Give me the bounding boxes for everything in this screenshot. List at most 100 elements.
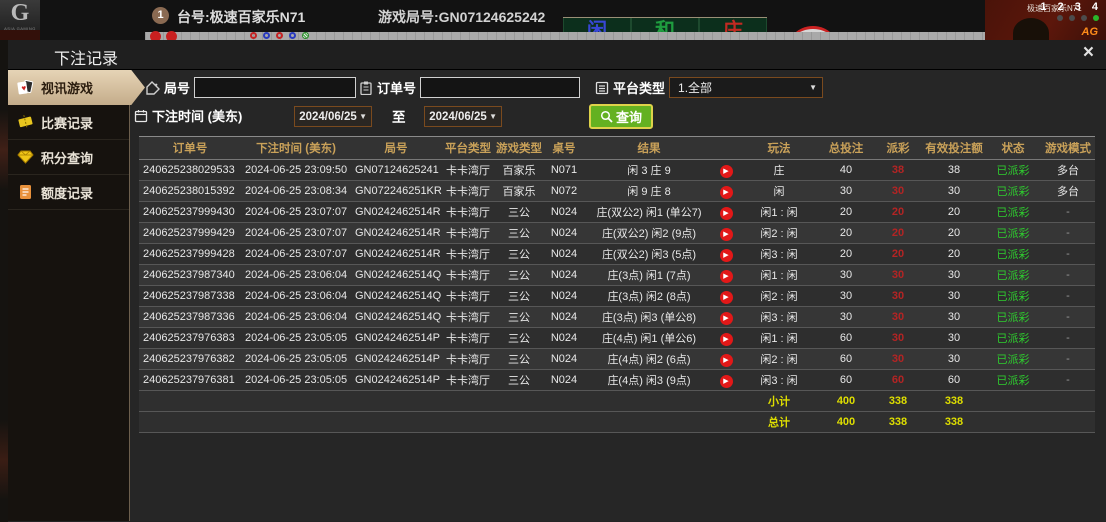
order-filter: 订单号 (359, 77, 580, 98)
search-button-label: 查询 (616, 107, 642, 126)
play-button[interactable]: ▶ (720, 228, 733, 241)
cell-table_no: N024 (543, 202, 585, 223)
cell-replay: ▶ (713, 349, 739, 370)
cell-game_type: 三公 (495, 265, 543, 286)
table-row: 2406252379763812024-06-25 23:05:05GN0242… (139, 370, 1095, 391)
total-row-payout: 338 (873, 412, 923, 433)
column-header: 游戏类型 (495, 137, 543, 160)
cell-time: 2024-06-25 23:05:05 (241, 370, 351, 391)
column-header: 总投注 (819, 137, 873, 160)
sidebar-item-label: 额度记录 (41, 183, 93, 202)
play-button[interactable]: ▶ (720, 333, 733, 346)
ag-logo: AG (1082, 26, 1099, 38)
cell-replay: ▶ (713, 202, 739, 223)
play-button[interactable]: ▶ (720, 354, 733, 367)
column-header: 状态 (985, 137, 1041, 160)
cell-valid_bet: 20 (923, 202, 985, 223)
play-button[interactable]: ▶ (720, 270, 733, 283)
search-button[interactable]: 查询 (589, 104, 653, 129)
order-number-label: 订单号 (377, 78, 416, 97)
cell-total_bet: 60 (819, 370, 873, 391)
sidebar-item-credit-records[interactable]: 额度记录 (8, 175, 129, 210)
table-row: 2406252379873362024-06-25 23:06:04GN0242… (139, 307, 1095, 328)
table-row: 2406252379994282024-06-25 23:07:07GN0242… (139, 244, 1095, 265)
cell-platform: 卡卡湾厅 (441, 202, 495, 223)
cell-game_type: 三公 (495, 223, 543, 244)
total-row-valid_bet: 338 (923, 412, 985, 433)
cell-result: 庄(4点) 闲2 (6点) (585, 349, 713, 370)
play-button[interactable]: ▶ (720, 249, 733, 262)
bet-time-filter: 下注时间 (美东) (134, 106, 242, 125)
asia-gaming-logo: G ASIA GAMING (0, 0, 40, 30)
chevron-down-icon: ▼ (489, 112, 497, 121)
close-icon[interactable]: × (1083, 42, 1094, 64)
play-button[interactable]: ▶ (720, 207, 733, 220)
dialog-header: 下注记录 × (8, 40, 1106, 70)
cell-mode: - (1041, 223, 1095, 244)
column-header (713, 137, 739, 160)
screen: G ASIA GAMING 1 台号:极速百家乐N71 游戏局号:GN07124… (0, 0, 1106, 522)
gem-icon (17, 149, 34, 165)
bead-icon (263, 32, 270, 39)
cell-time: 2024-06-25 23:05:05 (241, 349, 351, 370)
cell-total_bet: 30 (819, 265, 873, 286)
cell-table_no: N024 (543, 265, 585, 286)
date-from-select[interactable]: 2024/06/25 ▼ (294, 106, 372, 127)
search-icon (600, 110, 613, 123)
cell-play_type: 闲2 : 闲 (739, 223, 819, 244)
cell-total_bet: 30 (819, 286, 873, 307)
round-number-input[interactable] (194, 77, 356, 98)
subtotal-row-payout: 338 (873, 391, 923, 412)
cell-payout: 60 (873, 370, 923, 391)
play-button[interactable]: ▶ (720, 291, 733, 304)
cell-result: 庄(双公2) 闲2 (9点) (585, 223, 713, 244)
bead-icon (302, 32, 309, 39)
game-round-label: 游戏局号:GN07124625242 (378, 7, 545, 27)
cell-game_type: 三公 (495, 286, 543, 307)
cell-status: 已派彩 (985, 265, 1041, 286)
logo-underlay (0, 30, 40, 40)
cell-valid_bet: 30 (923, 265, 985, 286)
lobby-thumbnail[interactable]: 极速百家乐N71 1 2 3 4 AG (985, 0, 1106, 40)
cell-status: 已派彩 (985, 286, 1041, 307)
play-button[interactable]: ▶ (720, 312, 733, 325)
cell-total_bet: 60 (819, 328, 873, 349)
cell-time: 2024-06-25 23:07:07 (241, 202, 351, 223)
play-button[interactable]: ▶ (720, 375, 733, 388)
date-to-select[interactable]: 2024/06/25 ▼ (424, 106, 502, 127)
cell-game_type: 百家乐 (495, 160, 543, 181)
cell-play_type: 庄 (739, 160, 819, 181)
cell-game_type: 三公 (495, 244, 543, 265)
order-number-input[interactable] (420, 77, 580, 98)
table-row: 2406252379873382024-06-25 23:06:04GN0242… (139, 286, 1095, 307)
roadmap-strip (145, 32, 985, 40)
sidebar-item-match-records[interactable]: 比赛记录 (8, 105, 129, 140)
play-button[interactable]: ▶ (720, 186, 733, 199)
cell-play_type: 闲2 : 闲 (739, 349, 819, 370)
to-label: 至 (392, 106, 406, 126)
column-header: 有效投注额 (923, 137, 985, 160)
logo-letter: G (0, 0, 40, 26)
bead-icon (150, 31, 161, 40)
sidebar-item-label: 比赛记录 (41, 113, 93, 132)
cell-platform: 卡卡湾厅 (441, 349, 495, 370)
sidebar-item-video-games[interactable]: ♥ 视讯游戏 (8, 70, 145, 105)
cell-mode: - (1041, 244, 1095, 265)
cell-result: 闲 9 庄 8 (585, 181, 713, 202)
dialog-body: ♥ 视讯游戏 比赛记录 积分 (8, 70, 1106, 521)
cell-round: GN0242462514P (351, 370, 441, 391)
subtotal-row-label: 小计 (739, 391, 819, 412)
sidebar-item-points-inquiry[interactable]: 积分查询 (8, 140, 129, 175)
cell-total_bet: 20 (819, 244, 873, 265)
cell-valid_bet: 20 (923, 223, 985, 244)
ticket-icon (17, 114, 34, 130)
column-header: 平台类型 (441, 137, 495, 160)
play-button[interactable]: ▶ (720, 165, 733, 178)
list-icon (595, 81, 609, 95)
platform-type-select[interactable]: 1.全部 ▼ (669, 77, 823, 98)
cell-payout: 30 (873, 286, 923, 307)
total-row: 总计400338338 (139, 412, 1095, 433)
platform-type-label: 平台类型 (613, 78, 665, 97)
cell-time: 2024-06-25 23:05:05 (241, 328, 351, 349)
cell-game_type: 三公 (495, 349, 543, 370)
